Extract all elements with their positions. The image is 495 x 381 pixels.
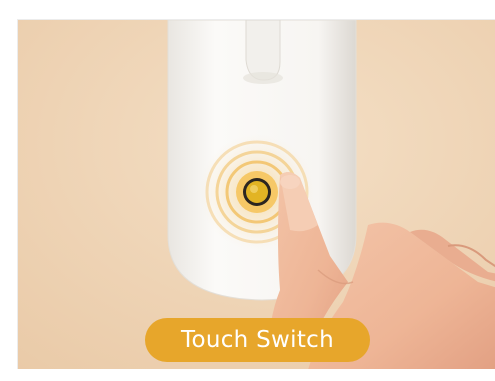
touch-switch-label: Touch Switch [145, 318, 370, 362]
touch-button [243, 178, 271, 206]
product-photo [17, 19, 495, 369]
lamp-arm [245, 20, 281, 81]
lamp-base-scene [18, 20, 495, 369]
